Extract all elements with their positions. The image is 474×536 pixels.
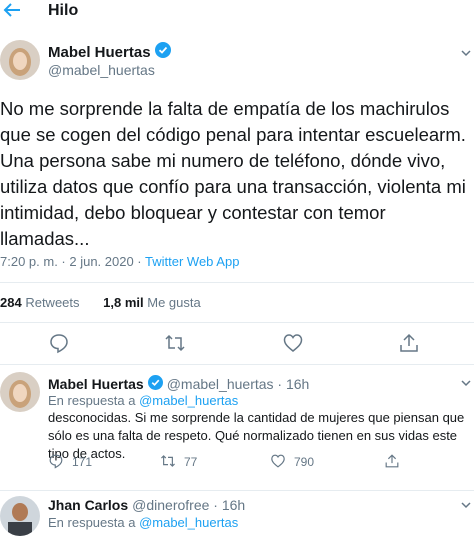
retweet-count: 77 [184, 455, 198, 469]
tweet-source-link[interactable]: Twitter Web App [145, 254, 239, 269]
likes-stat[interactable]: 1,8 mil Me gusta [103, 295, 201, 310]
retweet-icon[interactable] [164, 332, 188, 356]
reply-icon[interactable] [48, 332, 72, 356]
tweet-meta: 7:20 p. m. · 2 jun. 2020 · Twitter Web A… [0, 254, 239, 269]
tweet-timestamp[interactable]: 7:20 p. m. · 2 jun. 2020 · [0, 254, 145, 269]
author-row: Mabel Huertas [48, 42, 171, 63]
in-reply-handle-link[interactable]: @mabel_huertas [139, 393, 238, 408]
retweets-stat[interactable]: 284 Retweets [0, 295, 80, 310]
reply-handle-time[interactable]: @dinerofree · 16h [132, 497, 245, 513]
reply-author-row: Mabel Huertas @mabel_huertas · 16h [48, 375, 309, 393]
share-icon[interactable] [398, 332, 422, 356]
top-bar: Hilo [0, 0, 474, 30]
likes-count: 1,8 mil [103, 295, 144, 310]
in-reply-handle-link[interactable]: @mabel_huertas [139, 515, 238, 530]
tweet-actions [0, 332, 474, 358]
arrow-left-icon[interactable] [2, 0, 24, 24]
likes-label: Me gusta [147, 295, 201, 310]
tweet-text: No me sorprende la falta de empatía de l… [0, 98, 466, 249]
author-name[interactable]: Mabel Huertas [48, 44, 151, 61]
reply-author-name[interactable]: Jhan Carlos [48, 497, 128, 513]
avatar[interactable] [0, 496, 40, 536]
reply-share-button[interactable] [384, 453, 400, 472]
reply-like-button[interactable]: 790 [270, 453, 314, 472]
verified-badge-icon [154, 42, 171, 63]
in-reply-prefix: En respuesta a [48, 515, 140, 530]
avatar[interactable] [0, 40, 40, 80]
in-reply-to: En respuesta a @mabel_huertas [48, 515, 238, 530]
share-icon [384, 453, 400, 472]
divider [0, 322, 474, 323]
in-reply-prefix: En respuesta a [48, 393, 140, 408]
chevron-down-icon[interactable] [460, 376, 472, 392]
reply-handle-time[interactable]: @mabel_huertas · 16h [167, 376, 310, 392]
reply-author-name[interactable]: Mabel Huertas [48, 376, 144, 392]
in-reply-to: En respuesta a @mabel_huertas [48, 393, 238, 408]
divider [0, 282, 474, 283]
reply-reply-button[interactable]: 171 [48, 453, 92, 472]
reply-count: 171 [72, 455, 93, 469]
chevron-down-icon[interactable] [460, 46, 472, 62]
page-title: Hilo [48, 2, 79, 19]
divider [0, 490, 474, 491]
reply-icon [48, 453, 64, 472]
retweets-count: 284 [0, 295, 22, 310]
like-icon[interactable] [282, 332, 306, 356]
like-icon [270, 453, 286, 472]
chevron-down-icon[interactable] [460, 498, 472, 514]
author-handle[interactable]: @mabel_huertas [48, 62, 155, 78]
like-count: 790 [294, 455, 315, 469]
verified-badge-icon [147, 375, 163, 393]
retweet-icon [160, 453, 176, 472]
reply-author-row: Jhan Carlos @dinerofree · 16h [48, 497, 245, 513]
reply-text: desconocidas. Si me sorprende la cantida… [48, 410, 465, 461]
avatar[interactable] [0, 372, 40, 412]
tweet-stats: 284 Retweets 1,8 mil Me gusta [0, 295, 201, 310]
retweets-label: Retweets [25, 295, 80, 310]
reply-retweet-button[interactable]: 77 [160, 453, 197, 472]
divider [0, 364, 474, 365]
